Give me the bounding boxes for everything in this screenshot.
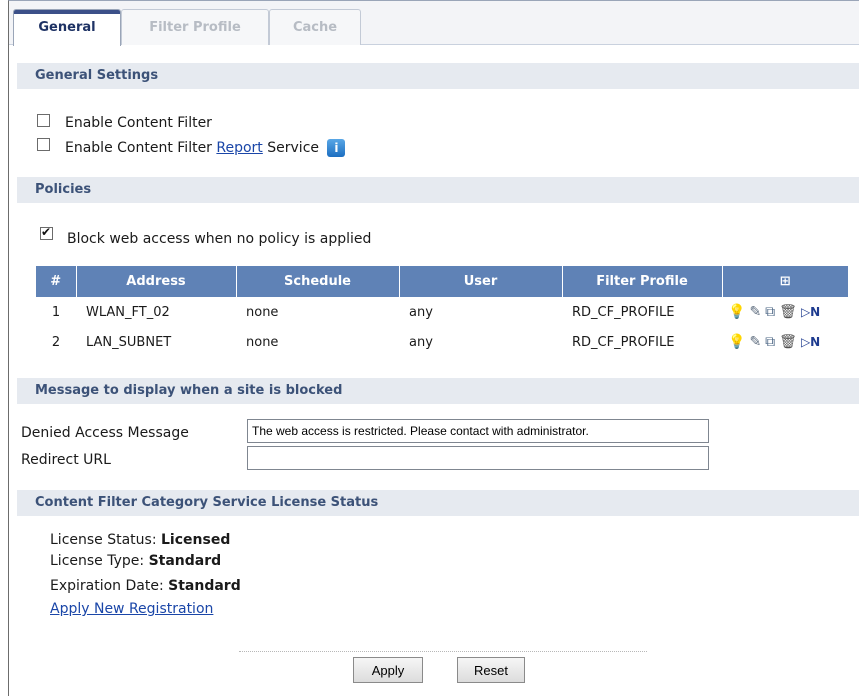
denied-access-label: Denied Access Message — [21, 425, 189, 441]
content-filter-panel: General Filter Profile Cache General Set… — [8, 0, 859, 696]
reset-button[interactable]: Reset — [457, 657, 525, 683]
tab-general[interactable]: General — [13, 9, 121, 46]
row-filter-profile: RD_CF_PROFILE — [572, 334, 675, 350]
row-user: any — [409, 334, 433, 350]
expiration-date: Expiration Date: Standard — [50, 578, 241, 594]
move-icon[interactable]: ▷N — [801, 305, 820, 319]
license-status-value: Licensed — [161, 532, 231, 548]
block-web-access-label: Block web access when no policy is appli… — [67, 231, 372, 247]
tab-filter-profile[interactable]: Filter Profile — [121, 9, 269, 45]
row-actions: 💡 ✎ ⧉ 🗑 ▷N — [722, 327, 848, 357]
row-user: any — [409, 304, 433, 320]
redirect-url-label: Redirect URL — [21, 452, 111, 468]
row-schedule: none — [246, 304, 279, 320]
expiration-date-label: Expiration Date: — [50, 578, 169, 594]
delete-icon[interactable]: 🗑 — [779, 304, 797, 320]
column-header-user[interactable]: User — [399, 266, 563, 297]
references-icon[interactable]: ⧉ — [765, 304, 775, 320]
policies-heading: Policies — [17, 177, 859, 203]
edit-icon[interactable]: ✎ — [749, 334, 761, 350]
license-type-value: Standard — [148, 553, 222, 569]
move-icon[interactable]: ▷N — [801, 335, 820, 349]
tab-bar: General Filter Profile Cache — [9, 1, 859, 46]
enable-content-filter-checkbox[interactable] — [37, 114, 50, 127]
general-settings-heading: General Settings — [17, 63, 859, 89]
apply-new-registration-link[interactable]: Apply New Registration — [50, 601, 213, 617]
row-actions: 💡 ✎ ⧉ 🗑 ▷N — [722, 297, 848, 327]
report-service-text-before: Enable Content Filter — [65, 140, 217, 156]
block-web-access-checkbox[interactable] — [40, 225, 53, 240]
enable-content-filter-label: Enable Content Filter — [65, 115, 212, 131]
license-status: License Status: Licensed — [50, 532, 230, 548]
column-header-number[interactable]: # — [36, 266, 77, 297]
report-link[interactable]: Report — [216, 140, 262, 156]
table-row[interactable]: 1 WLAN_FT_02 none any RD_CF_PROFILE 💡 ✎ ⧉ 🗑… — [36, 297, 848, 327]
row-number: 2 — [51, 334, 61, 350]
row-filter-profile: RD_CF_PROFILE — [572, 304, 675, 320]
redirect-url-field[interactable] — [247, 446, 709, 470]
license-status-heading: Content Filter Category Service License … — [17, 490, 859, 516]
tab-cache[interactable]: Cache — [269, 9, 361, 45]
column-header-filter-profile[interactable]: Filter Profile — [562, 266, 723, 297]
blocked-message-heading: Message to display when a site is blocke… — [17, 378, 859, 404]
status-bulb-icon[interactable]: 💡 — [728, 304, 745, 320]
license-type-label: License Type: — [50, 553, 149, 569]
policy-table: # Address Schedule User Filter Profile ⊞… — [36, 266, 848, 357]
license-status-label: License Status: — [50, 532, 162, 548]
row-number: 1 — [51, 304, 61, 320]
status-bulb-icon[interactable]: 💡 — [728, 334, 745, 350]
references-icon[interactable]: ⧉ — [765, 334, 775, 350]
enable-report-service-checkbox[interactable] — [37, 138, 50, 151]
table-row[interactable]: 2 LAN_SUBNET none any RD_CF_PROFILE 💡 ✎ ⧉ 🗑… — [36, 327, 848, 357]
expiration-date-value: Standard — [168, 578, 241, 594]
button-divider — [239, 651, 647, 652]
policy-table-header: # Address Schedule User Filter Profile ⊞ — [36, 266, 848, 297]
add-policy-icon[interactable]: ⊞ — [722, 266, 848, 297]
row-address: LAN_SUBNET — [86, 334, 172, 350]
apply-button[interactable]: Apply — [353, 657, 423, 683]
info-icon[interactable]: i — [327, 139, 346, 157]
column-header-schedule[interactable]: Schedule — [236, 266, 400, 297]
report-service-text-after: Service — [262, 140, 320, 156]
denied-access-message-field[interactable]: The web access is restricted. Please con… — [247, 419, 709, 443]
row-schedule: none — [246, 334, 279, 350]
row-address: WLAN_FT_02 — [86, 304, 170, 320]
column-header-address[interactable]: Address — [76, 266, 237, 297]
edit-icon[interactable]: ✎ — [749, 304, 761, 320]
enable-report-service-label: Enable Content Filter Report Service i — [65, 139, 346, 157]
delete-icon[interactable]: 🗑 — [779, 334, 797, 350]
license-type: License Type: Standard — [50, 553, 221, 569]
